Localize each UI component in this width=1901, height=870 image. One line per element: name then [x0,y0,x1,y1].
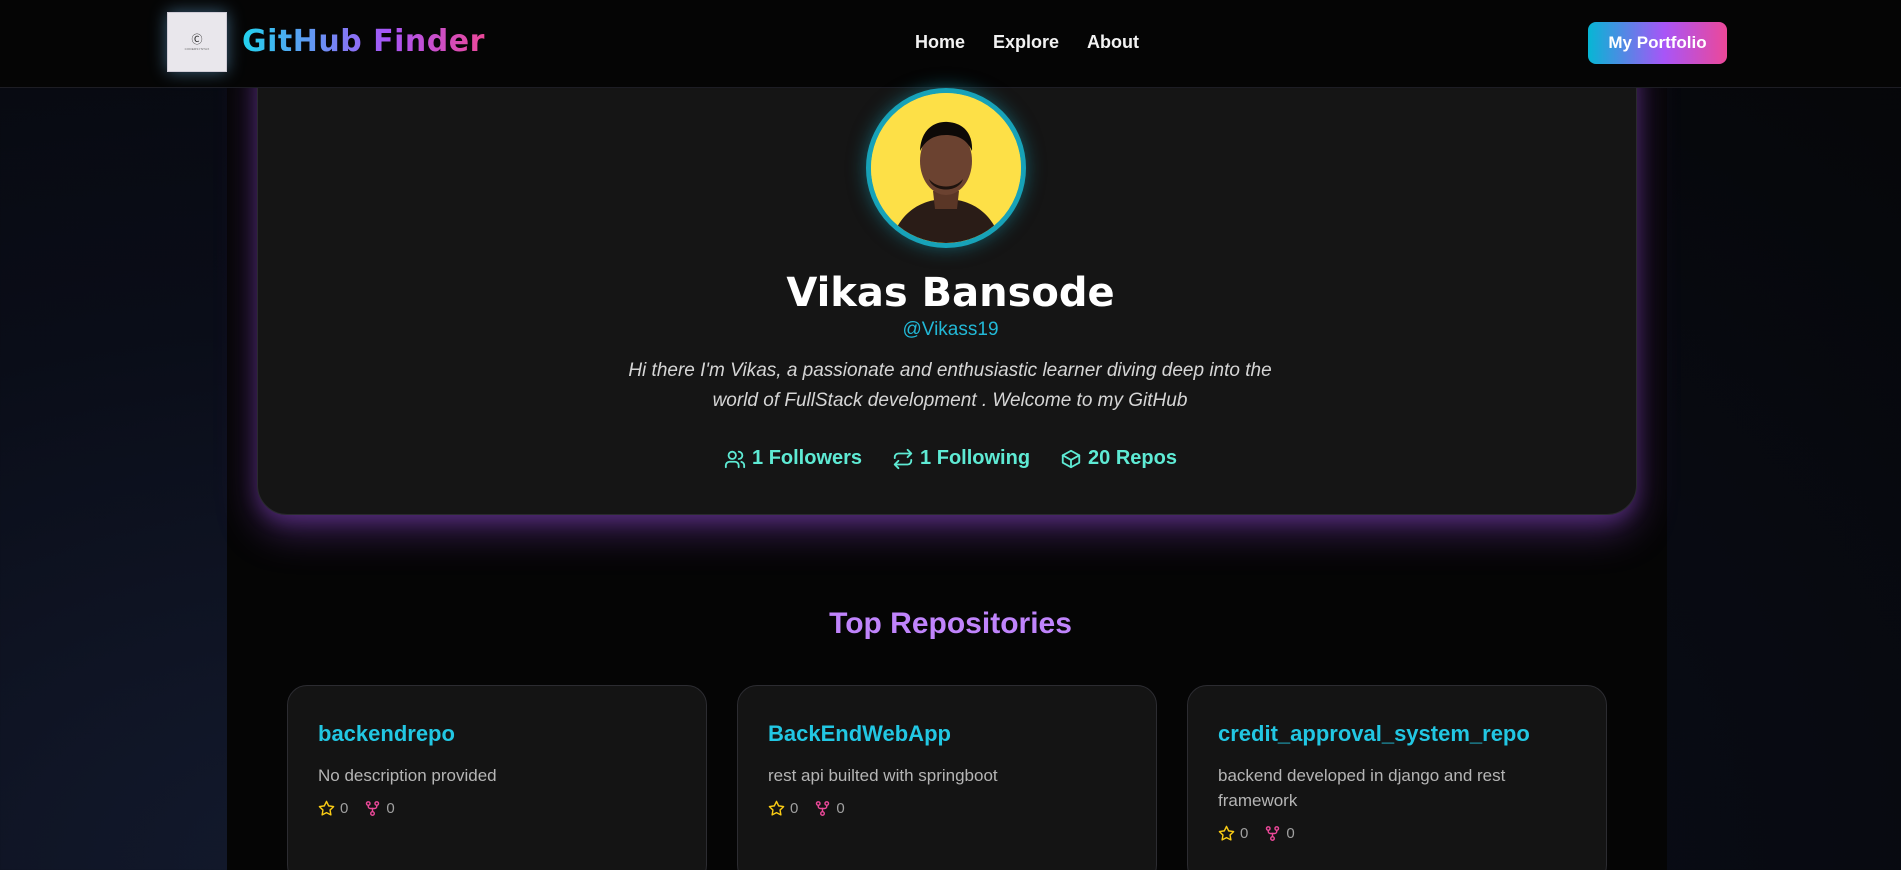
repo-forks: 0 [364,800,395,817]
navbar: Ⓒ CODERSYNTAX GitHub Finder Home Explore… [0,0,1901,88]
repo-card[interactable]: BackEndWebApp rest api builted with spri… [737,685,1157,870]
repo-stars: 0 [318,800,348,817]
site-logo[interactable]: Ⓒ CODERSYNTAX [167,12,227,72]
repo-description: rest api builted with springboot [768,766,998,785]
repo-card[interactable]: credit_approval_system_repo backend deve… [1187,685,1607,870]
repo-stars: 0 [768,800,798,817]
repo-forks: 0 [814,800,845,817]
following-stat[interactable]: 1 Following [892,447,1030,470]
repo-star-count: 0 [340,800,349,817]
profile-stats: 1 Followers 1 Following 20 Repos [0,447,1901,470]
repo-meta: 0 0 [768,800,1126,817]
avatar-portrait-icon [871,93,1021,243]
repos-stat[interactable]: 20 Repos [1060,447,1177,470]
nav-links: Home Explore About [915,32,1139,53]
my-portfolio-button[interactable]: My Portfolio [1588,22,1727,64]
repo-fork-count: 0 [836,800,845,817]
logo-text: CODERSYNTAX [184,46,210,51]
repos-count: 20 Repos [1088,447,1177,469]
followers-stat[interactable]: 1 Followers [724,447,862,470]
profile-bio: Hi there I'm Vikas, a passionate and ent… [628,360,1272,411]
repo-description: backend developed in django and rest fra… [1218,766,1506,810]
repo-fork-count: 0 [386,800,395,817]
avatar [866,88,1026,248]
nav-link-explore[interactable]: Explore [993,32,1059,53]
repo-forks: 0 [1264,825,1295,842]
profile-name: Vikas Bansode [786,270,1115,316]
repo-star-count: 0 [1240,825,1249,842]
repo-meta: 0 0 [318,800,676,817]
nav-link-home[interactable]: Home [915,32,965,53]
profile-handle[interactable]: @Vikass19 [0,319,1901,341]
repo-name[interactable]: BackEndWebApp [768,721,1126,747]
following-count: 1 Following [920,447,1031,469]
brand-title[interactable]: GitHub Finder [242,24,485,59]
repo-fork-count: 0 [1286,825,1295,842]
fork-icon [816,801,830,816]
nav-link-about[interactable]: About [1087,32,1139,53]
repo-meta: 0 0 [1218,825,1576,842]
repo-star-count: 0 [790,800,799,817]
star-icon [318,800,335,816]
repo-name[interactable]: credit_approval_system_repo [1218,721,1576,747]
repo-stars: 0 [1218,825,1248,842]
followers-count: 1 Followers [752,447,863,469]
star-icon [768,800,785,816]
star-icon [1218,825,1235,841]
repo-name[interactable]: backendrepo [318,721,676,747]
fork-icon [366,801,380,816]
package-icon [1061,449,1081,468]
brand-part-2: Finder [373,24,485,59]
brand-part-1: GitHub [242,24,374,59]
repo-card[interactable]: backendrepo No description provided 0 0 [287,685,707,870]
fork-icon [1266,826,1280,841]
top-repositories-title: Top Repositories [829,607,1072,640]
logo-mark-icon: Ⓒ [191,32,203,46]
users-icon [724,450,746,468]
repeat-icon [893,448,913,469]
repo-description: No description provided [318,766,497,785]
